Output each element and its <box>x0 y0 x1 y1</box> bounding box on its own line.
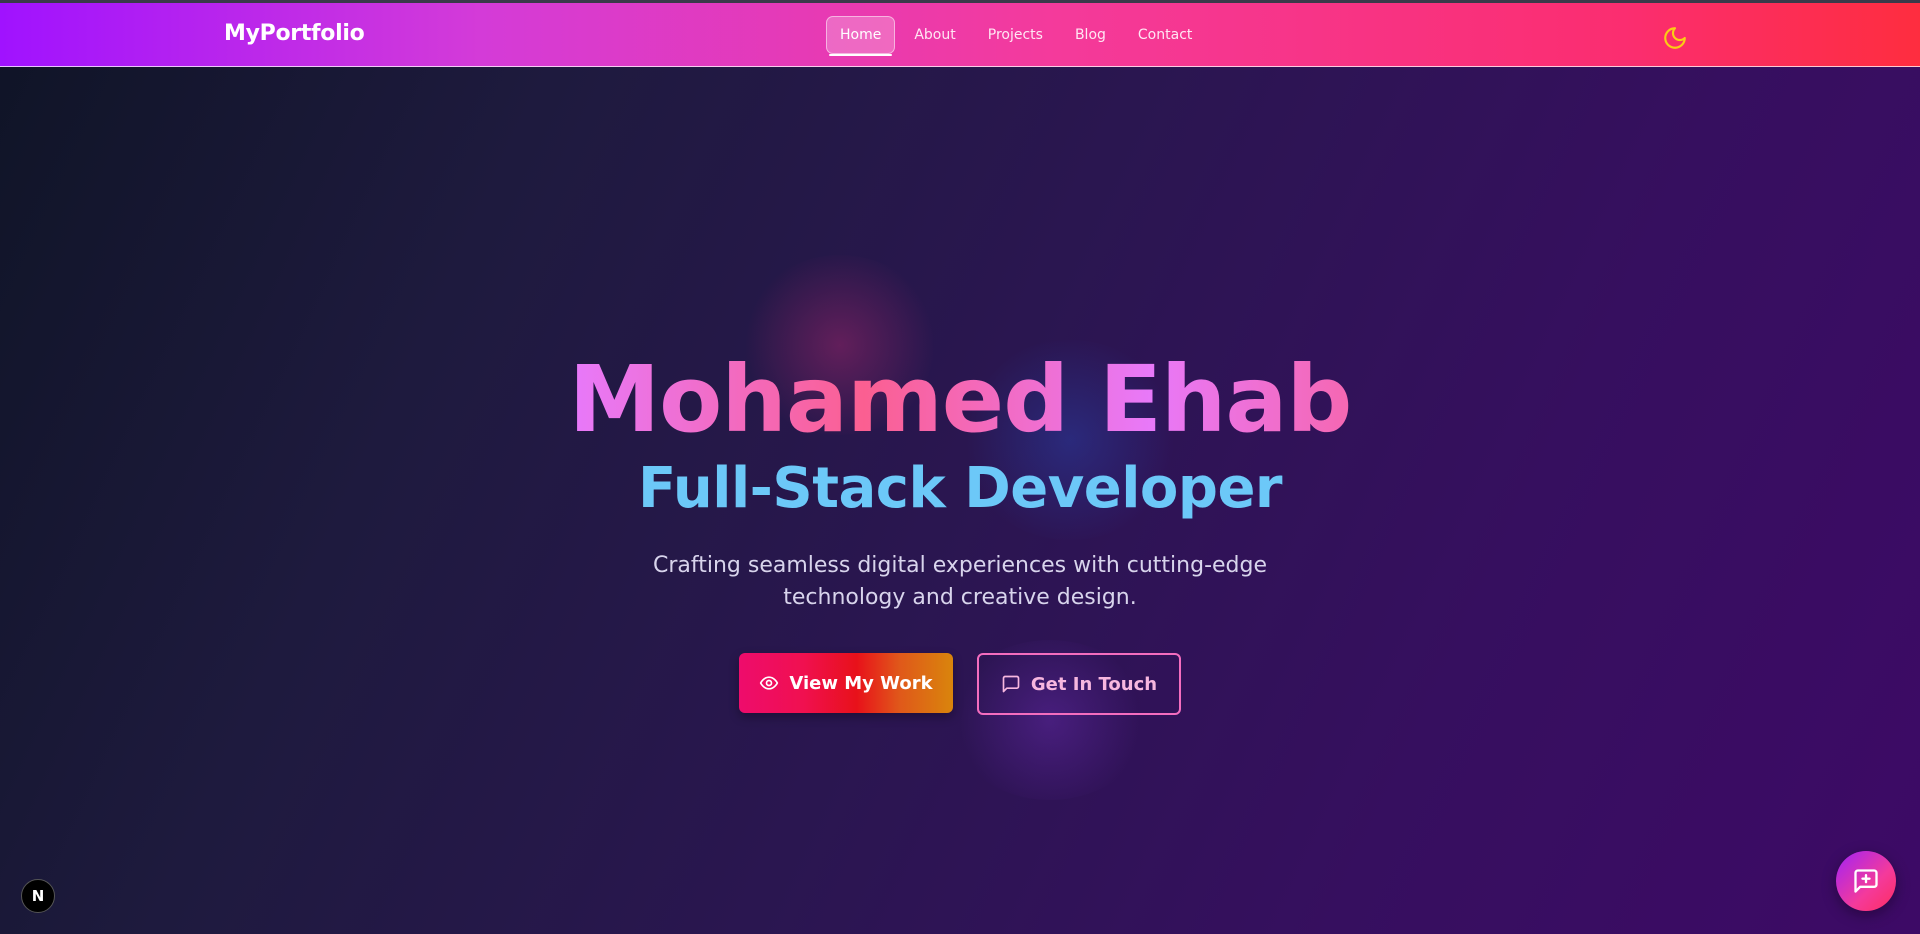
hero-name: Mohamed Ehab <box>0 345 1920 455</box>
brand-logo[interactable]: MyPortfolio <box>224 21 365 46</box>
hero-role: Full-Stack Developer <box>637 456 1283 521</box>
theme-toggle-button[interactable] <box>1662 25 1688 51</box>
get-in-touch-button[interactable]: Get In Touch <box>977 653 1181 715</box>
navbar: MyPortfolio Home About Projects Blog Con… <box>0 3 1920 67</box>
view-my-work-button[interactable]: View My Work <box>739 653 953 713</box>
nav-home[interactable]: Home <box>826 16 896 56</box>
nav-projects[interactable]: Projects <box>975 16 1056 54</box>
main-nav: Home About Projects Blog Contact <box>826 16 1211 56</box>
nav-blog[interactable]: Blog <box>1062 16 1119 54</box>
nextjs-logo-icon: N <box>31 887 45 905</box>
nextjs-dev-badge[interactable]: N <box>21 879 55 913</box>
eye-icon <box>760 676 779 690</box>
get-in-touch-label: Get In Touch <box>1030 673 1158 695</box>
nav-contact[interactable]: Contact <box>1125 16 1205 54</box>
chat-fab-button[interactable] <box>1836 851 1896 911</box>
view-my-work-label: View My Work <box>789 672 933 694</box>
hero-description: Crafting seamless digital experiences wi… <box>652 553 1268 610</box>
moon-icon <box>1664 27 1686 49</box>
message-square-plus-icon <box>1854 869 1878 893</box>
message-square-icon <box>1002 675 1020 693</box>
nav-about[interactable]: About <box>901 16 968 54</box>
